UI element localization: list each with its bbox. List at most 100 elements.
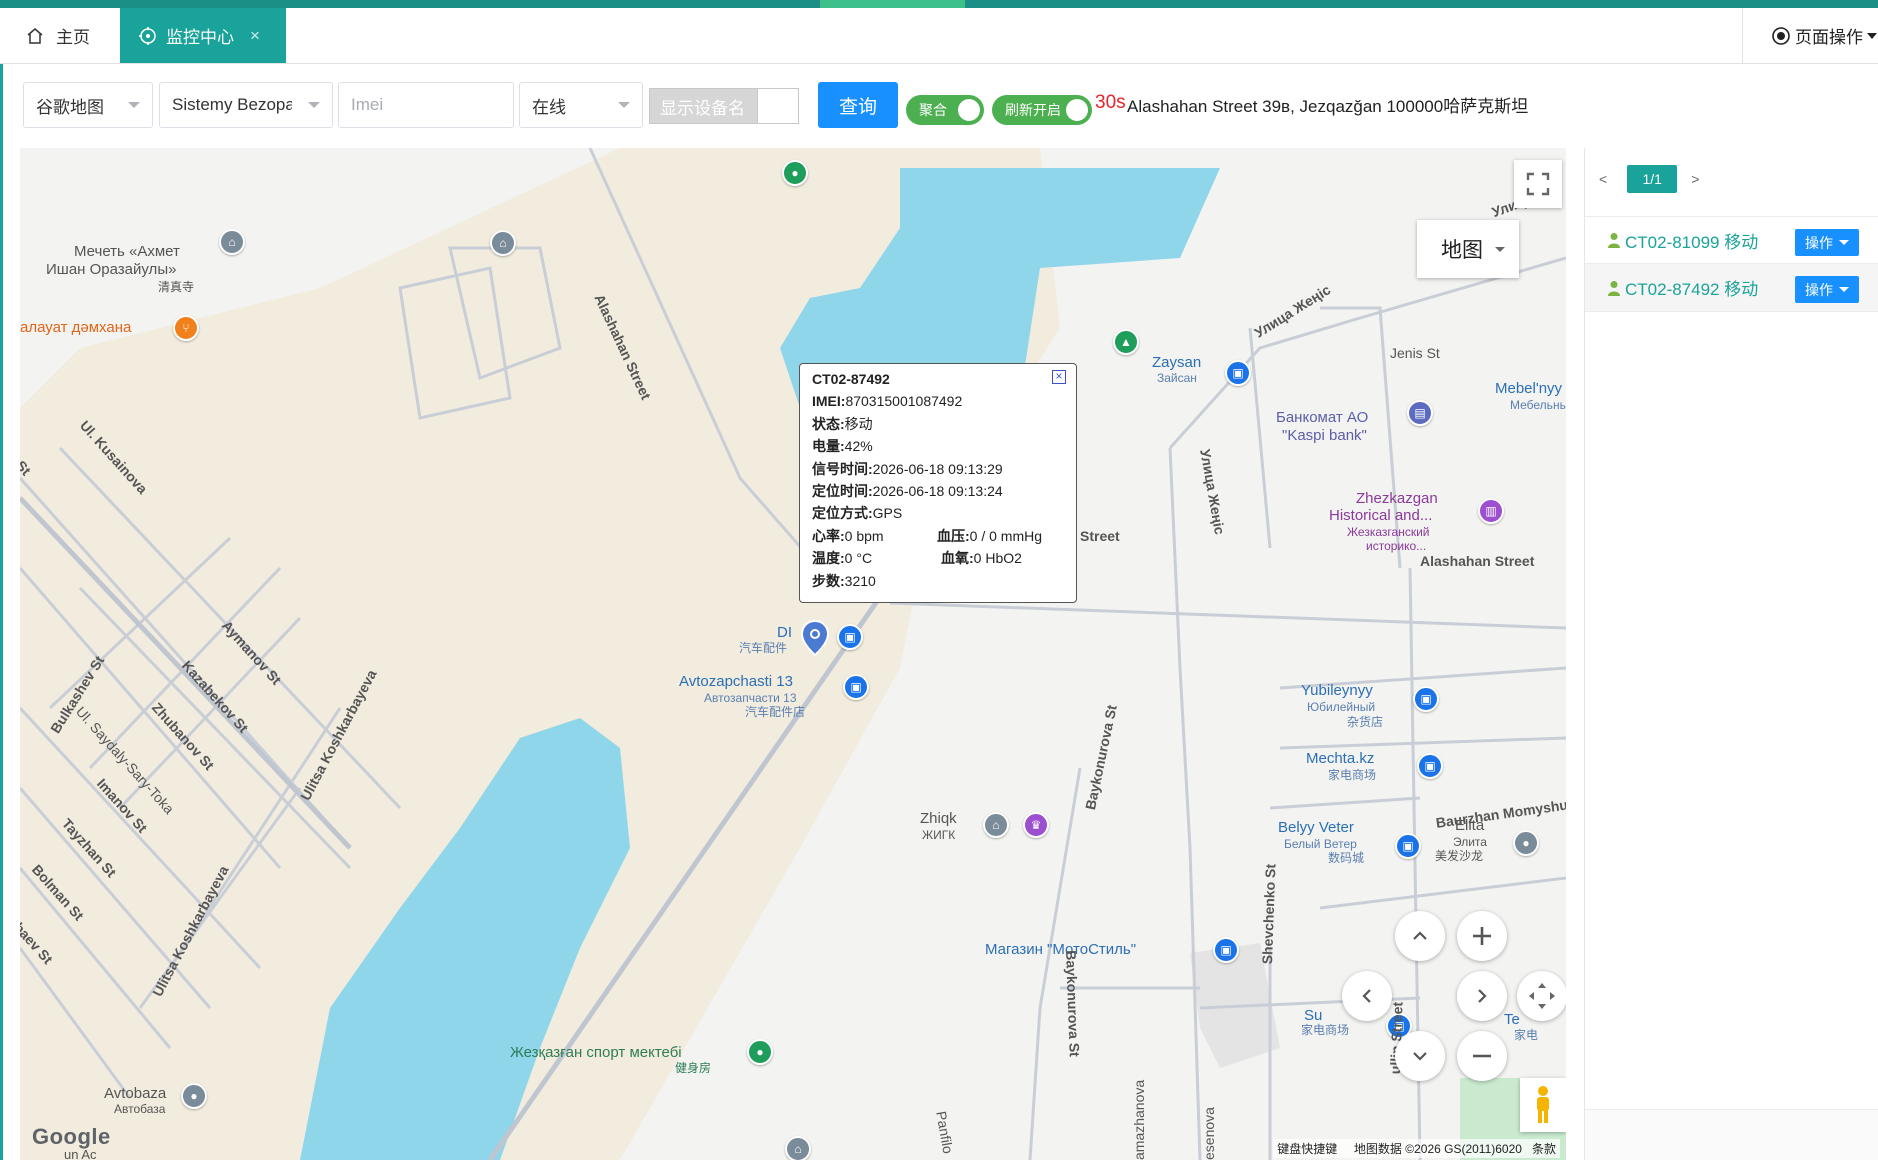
tab-home-label: 主页: [56, 28, 90, 47]
map-data-text: 地图数据 ©2026 GS(2011)6020: [1353, 1142, 1522, 1156]
map-canvas[interactable]: ● ⌂ ⌂ ⑂ ▲ ▣ ▤ ▥ ▣ ▣ ▣ ▣ ⌂ ♛ ▣ ● ▣ ▣ ● ● …: [20, 148, 1566, 1160]
device-info-popup: × CT02-87492 IMEI:870315001087492 状态:移动 …: [799, 363, 1077, 603]
map-provider-select[interactable]: 谷歌地图: [23, 82, 153, 128]
popup-close-icon[interactable]: ×: [1052, 370, 1066, 384]
group-select[interactable]: Sistemy Bezopasnosti: [159, 82, 333, 128]
map-label: Avtozapchasti 13: [679, 673, 793, 690]
online-status-value: 在线: [532, 97, 566, 117]
park-icon[interactable]: ▲: [1113, 329, 1139, 355]
shopping-bag-icon[interactable]: ▣: [843, 674, 869, 700]
device-location-pin-icon[interactable]: [800, 620, 830, 656]
map-label: 杂货店: [1347, 715, 1384, 729]
pager-next-button[interactable]: >: [1691, 171, 1699, 187]
page-operations-button[interactable]: 页面操作: [1742, 8, 1878, 63]
chevron-down-icon: [308, 102, 320, 108]
caret-down-icon: [1839, 240, 1849, 245]
page-operations-label: 页面操作: [1795, 28, 1863, 47]
map-poi-marker[interactable]: ●: [782, 160, 808, 186]
theater-icon[interactable]: ♛: [1023, 812, 1049, 838]
query-button[interactable]: 查询: [818, 82, 898, 128]
shopping-bag-icon[interactable]: ▣: [1225, 360, 1251, 386]
refresh-toggle[interactable]: 刷新开启: [992, 95, 1092, 125]
recenter-button[interactable]: [1517, 971, 1566, 1021]
pan-down-button[interactable]: [1395, 1031, 1445, 1081]
map-label: Магазин "МотоСтиль": [985, 941, 1137, 958]
checkbox-box[interactable]: [757, 89, 798, 123]
map-label: Historical and...: [1329, 507, 1433, 524]
map-label: Yubileynyy: [1301, 682, 1373, 699]
shopping-bag-icon[interactable]: ▣: [1213, 937, 1239, 963]
device-list-item[interactable]: CT02-87492 移动 操作: [1585, 264, 1878, 312]
zoom-in-button[interactable]: [1457, 911, 1507, 961]
imei-input[interactable]: [338, 82, 514, 128]
tab-close-icon[interactable]: ×: [250, 26, 260, 46]
popup-locate-time-label: 定位时间:: [812, 482, 873, 499]
shopping-bag-icon[interactable]: ▣: [1395, 833, 1421, 859]
tab-bar: 主页 监控中心 × 页面操作: [0, 8, 1878, 64]
popup-temp-label: 温度:: [812, 550, 845, 567]
bank-icon[interactable]: ▤: [1407, 400, 1433, 426]
pan-left-button[interactable]: [1342, 971, 1392, 1021]
map-label: Жезказганский: [1347, 525, 1430, 539]
zoom-out-button[interactable]: [1457, 1031, 1507, 1081]
refresh-countdown: 30s: [1095, 92, 1126, 113]
map-label: 家电: [1514, 1028, 1539, 1042]
popup-bp: 0 / 0 mmHg: [969, 527, 1043, 544]
tab-monitor-label: 监控中心: [166, 28, 234, 47]
gym-icon[interactable]: ●: [747, 1039, 773, 1065]
map-label: Автозапчасти 13: [704, 691, 797, 705]
terms-link[interactable]: 条款: [1532, 1142, 1556, 1156]
map-label: Белый Ветер: [1284, 837, 1357, 851]
place-icon[interactable]: ●: [181, 1083, 207, 1109]
map-label: 数码城: [1328, 851, 1365, 865]
chevron-down-icon: [1413, 1052, 1427, 1061]
current-address: Alashahan Street 39в, Jezqazğan 100000哈萨…: [1127, 97, 1529, 116]
map-type-dropdown[interactable]: 地图: [1417, 220, 1519, 278]
cluster-toggle[interactable]: 聚合: [906, 95, 984, 125]
device-name[interactable]: CT02-81099 移动: [1625, 228, 1758, 253]
tab-monitor-center[interactable]: 监控中心 ×: [120, 8, 286, 63]
device-list-item[interactable]: CT02-81099 移动 操作: [1585, 216, 1878, 264]
map-attribution: 键盘快捷键 地图数据 ©2026 GS(2011)6020 条款: [1273, 1139, 1560, 1158]
chevron-up-icon: [1413, 931, 1427, 940]
device-operation-button[interactable]: 操作: [1795, 276, 1859, 303]
museum-icon[interactable]: ▥: [1478, 498, 1504, 524]
keyboard-shortcuts-link[interactable]: 键盘快捷键: [1277, 1142, 1337, 1156]
map-label: Zaysan: [1152, 354, 1202, 371]
salon-icon[interactable]: ●: [1513, 830, 1539, 856]
popup-bp-label: 血压:: [937, 527, 970, 544]
device-operation-button[interactable]: 操作: [1795, 229, 1859, 256]
map-label: 汽车配件: [739, 641, 788, 655]
school-icon[interactable]: ⌂: [983, 812, 1009, 838]
pager-current-page[interactable]: 1/1: [1627, 165, 1678, 193]
map-provider-value: 谷歌地图: [36, 97, 104, 117]
popup-battery-label: 电量:: [812, 438, 845, 455]
device-name[interactable]: CT02-87492 移动: [1625, 275, 1758, 300]
pan-up-button[interactable]: [1395, 911, 1445, 961]
online-status-select[interactable]: 在线: [519, 82, 643, 128]
popup-heart-label: 心率:: [812, 527, 845, 544]
fullscreen-button[interactable]: [1514, 160, 1562, 208]
map-label: Belyy Veter: [1278, 819, 1354, 836]
cart-icon[interactable]: ▣: [1413, 686, 1439, 712]
school-icon[interactable]: ⌂: [490, 230, 516, 256]
map-label: 美发沙龙: [1435, 849, 1484, 863]
shopping-bag-icon[interactable]: ▣: [837, 624, 863, 650]
pager: < 1/1 >: [1599, 164, 1699, 194]
shopping-bag-icon[interactable]: ▣: [1417, 753, 1443, 779]
popup-oxygen: 0 HbO2: [973, 550, 1022, 567]
school-icon[interactable]: ⌂: [785, 1136, 811, 1160]
map-label: 家电商场: [1328, 768, 1377, 782]
restaurant-icon[interactable]: ⑂: [173, 315, 199, 341]
device-operation-label: 操作: [1805, 281, 1833, 298]
street-view-pegman[interactable]: [1520, 1078, 1566, 1132]
show-device-name-checkbox[interactable]: 显示设备名: [649, 88, 799, 124]
map-label: алауат дәмхана: [20, 319, 132, 336]
target-icon: [1772, 26, 1790, 45]
mosque-icon[interactable]: ⌂: [219, 229, 245, 255]
map-label: Автобаза: [114, 1102, 166, 1116]
street-label: Street: [1080, 528, 1120, 544]
tab-home[interactable]: 主页: [0, 8, 120, 63]
pager-prev-button[interactable]: <: [1599, 171, 1607, 187]
pan-right-button[interactable]: [1457, 971, 1507, 1021]
